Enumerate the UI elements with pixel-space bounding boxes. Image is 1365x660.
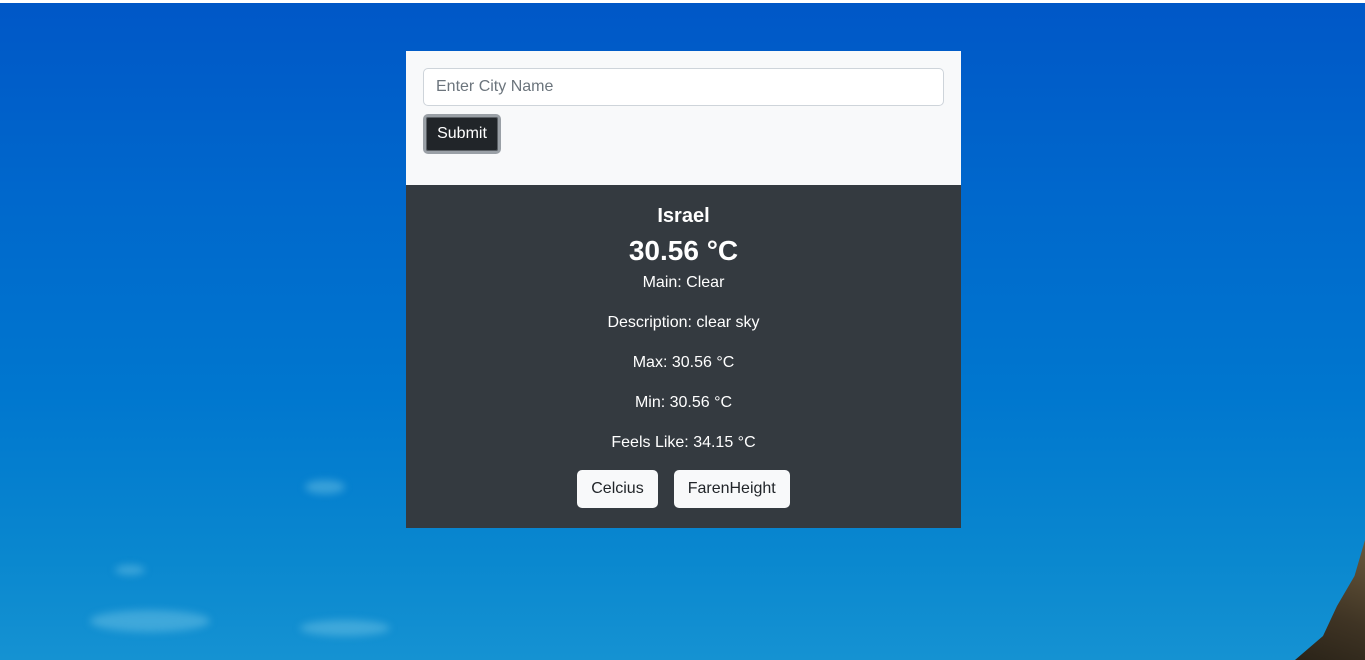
unit-toggle-group: Celcius FarenHeight: [406, 470, 961, 508]
feels-like-temperature: Feels Like: 34.15 °C: [611, 434, 756, 451]
city-search-input[interactable]: [423, 68, 944, 106]
city-name: Israel: [657, 205, 710, 227]
temperature: 30.56 °C: [628, 235, 739, 266]
main-condition: Main: Clear: [642, 274, 725, 291]
submit-button[interactable]: Submit: [423, 114, 501, 154]
weather-widget: Submit Israel 30.56 °C Main: Clear Descr…: [406, 51, 961, 528]
background-cloud: [115, 565, 145, 575]
background-rock: [1295, 540, 1365, 660]
background-cloud: [300, 620, 390, 636]
fahrenheit-button[interactable]: FarenHeight: [673, 470, 790, 508]
top-border: [0, 0, 1365, 3]
background-cloud: [90, 610, 210, 632]
max-temperature: Max: 30.56 °C: [632, 354, 735, 371]
min-temperature: Min: 30.56 °C: [634, 394, 733, 411]
weather-description: Description: clear sky: [607, 314, 760, 331]
background-cloud: [305, 480, 345, 494]
search-form: Submit: [406, 51, 961, 185]
celsius-button[interactable]: Celcius: [577, 470, 658, 508]
weather-result-panel: Israel 30.56 °C Main: Clear Description:…: [406, 185, 961, 528]
